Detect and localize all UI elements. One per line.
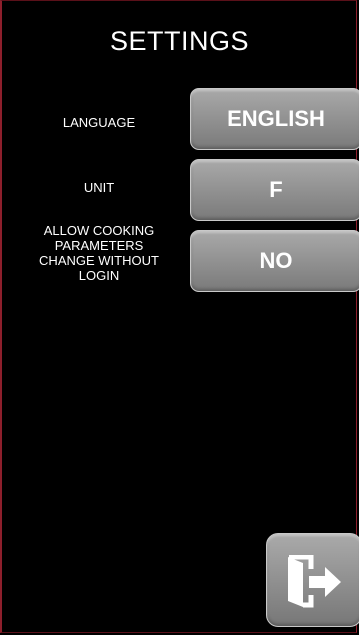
language-button[interactable]: ENGLISH	[190, 88, 359, 150]
language-label: LANGUAGE	[62, 115, 136, 130]
allow-params-change-label-line-3: CHANGE WITHOUT	[39, 253, 159, 268]
unit-button[interactable]: F	[190, 159, 359, 221]
allow-params-change-label-line-1: ALLOW COOKING	[43, 223, 155, 238]
allow-params-change-button[interactable]: NO	[190, 230, 359, 292]
allow-params-change-label-line-2: PARAMETERS	[54, 238, 144, 253]
unit-label: UNIT	[83, 180, 115, 195]
allow-params-change-label-line-4: LOGIN	[78, 268, 120, 283]
unit-value: F	[269, 177, 283, 202]
exit-button[interactable]	[266, 533, 359, 627]
exit-door-arrow-icon	[288, 555, 341, 608]
allow-params-change-value: NO	[259, 248, 293, 273]
allow-params-change-label: ALLOW COOKING PARAMETERS CHANGE WITHOUT …	[14, 223, 184, 283]
language-value: ENGLISH	[227, 106, 325, 131]
page-title: SETTINGS	[109, 26, 249, 56]
